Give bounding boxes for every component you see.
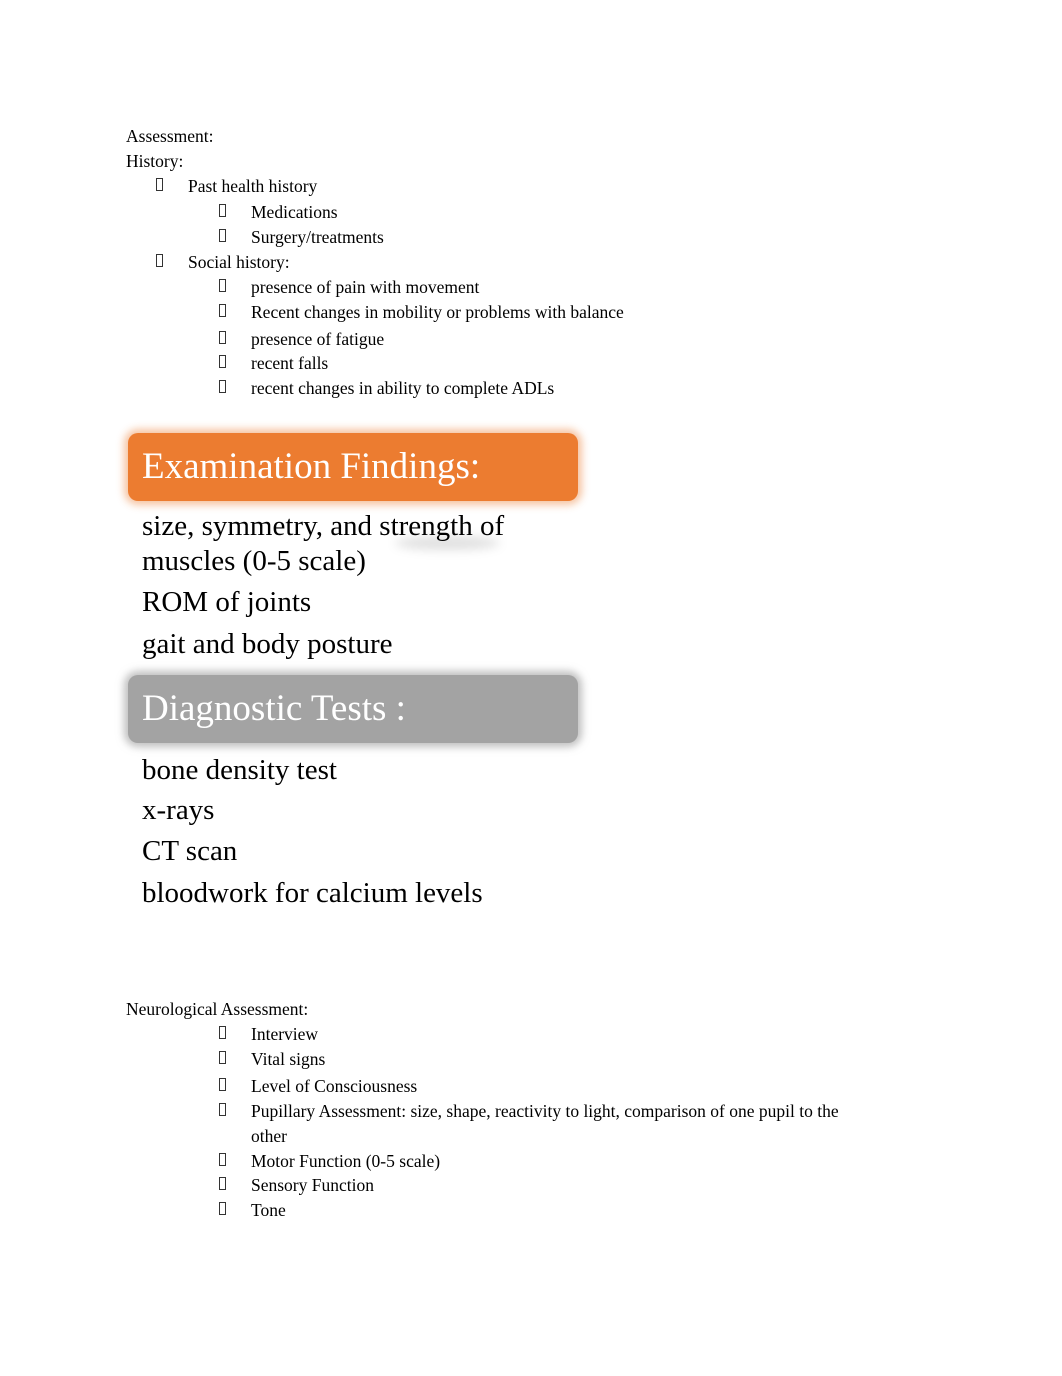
assessment-title: Assessment:: [126, 126, 214, 146]
list-item: Interview: [251, 1024, 319, 1044]
exam-item: ROM of joints: [142, 586, 312, 618]
bullet-icon: [219, 1049, 226, 1069]
list-item: recent falls: [251, 353, 329, 373]
list-item: Motor Function (0-5 scale): [251, 1151, 441, 1171]
list-item: Medications: [251, 202, 338, 222]
diagnostic-tests-heading: Diagnostic Tests :: [128, 675, 578, 743]
bullet-icon: [219, 1076, 226, 1096]
list-item: Pupillary Assessment: size, shape, react…: [251, 1101, 839, 1121]
examination-findings-heading: Examination Findings:: [128, 433, 578, 501]
bullet-icon: [219, 1175, 226, 1195]
diagnostic-item: x-rays: [142, 794, 215, 826]
bullet-icon: [219, 1024, 226, 1044]
list-item: Tone: [251, 1200, 286, 1220]
list-item: recent changes in ability to complete AD…: [251, 378, 555, 398]
exam-item: muscles (0-5 scale): [142, 545, 366, 577]
bullet-icon: [219, 1101, 226, 1121]
list-item: presence of pain with movement: [251, 277, 480, 297]
list-item: Recent changes in mobility or problems w…: [251, 302, 624, 322]
neurological-assessment-title: Neurological Assessment:: [126, 999, 309, 1019]
bullet-icon: [219, 329, 226, 349]
bullet-icon: [156, 176, 163, 196]
bullet-icon: [219, 353, 226, 373]
list-item: Level of Consciousness: [251, 1076, 418, 1096]
diagnostic-item: CT scan: [142, 835, 238, 867]
exam-item: gait and body posture: [142, 628, 393, 660]
social-history-label: Social history:: [188, 252, 290, 272]
bullet-icon: [219, 302, 226, 322]
diagnostic-item: bone density test: [142, 754, 337, 786]
bullet-icon: [219, 277, 226, 297]
list-item: Surgery/treatments: [251, 227, 384, 247]
past-health-history-label: Past health history: [188, 176, 318, 196]
list-item: Vital signs: [251, 1049, 326, 1069]
exam-item: size, symmetry, and strength of: [142, 510, 505, 542]
bullet-icon: [219, 1151, 226, 1171]
history-label: History:: [126, 151, 184, 171]
bullet-icon: [219, 202, 226, 222]
bullet-icon: [219, 1200, 226, 1220]
list-item-continuation: other: [251, 1126, 287, 1146]
bullet-icon: [156, 252, 163, 272]
diagnostic-item: bloodwork for calcium levels: [142, 877, 483, 909]
list-item: presence of fatigue: [251, 329, 385, 349]
list-item: Sensory Function: [251, 1175, 374, 1195]
bullet-icon: [219, 378, 226, 398]
bullet-icon: [219, 227, 226, 247]
